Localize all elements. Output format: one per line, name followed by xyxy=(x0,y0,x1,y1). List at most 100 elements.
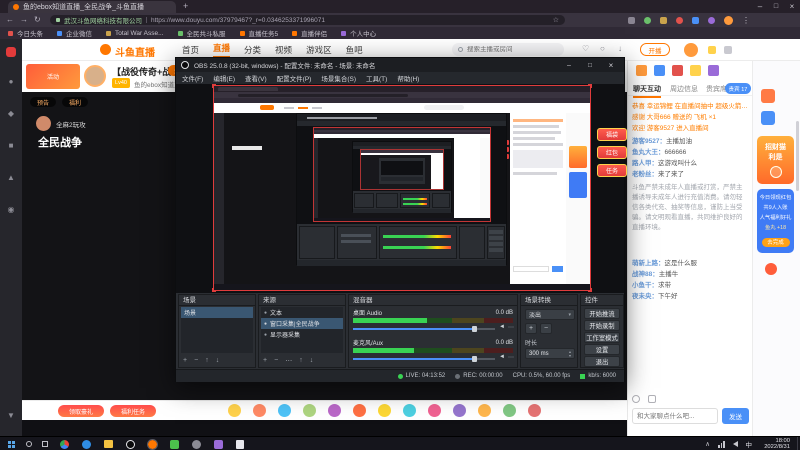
promo-mini-icon[interactable] xyxy=(761,89,775,103)
browser-tab[interactable]: 鱼的ebox知道直播_全民战争_斗鱼直播 xyxy=(8,1,176,13)
gift-icon[interactable] xyxy=(478,404,491,417)
emoji-icon[interactable] xyxy=(632,395,640,403)
vscode-icon[interactable] xyxy=(214,439,223,449)
bottom-button-task[interactable]: 福利任务 xyxy=(110,405,156,417)
activity-icon[interactable] xyxy=(654,65,665,76)
settings-icon[interactable]: ▼ xyxy=(0,409,22,421)
gift-icon[interactable] xyxy=(328,404,341,417)
float-badge-task[interactable]: 任务 xyxy=(597,164,627,177)
desktop-audio-slider[interactable] xyxy=(353,326,495,332)
activity-icon[interactable] xyxy=(690,65,701,76)
steam-icon[interactable] xyxy=(192,439,201,449)
extension-icon[interactable] xyxy=(644,17,651,24)
activity-icon[interactable] xyxy=(708,65,719,76)
gift-icon[interactable] xyxy=(428,404,441,417)
overlay-pill-welfare[interactable]: 福利 xyxy=(62,97,88,107)
source-item[interactable]: ● 显示器采集 xyxy=(261,329,343,340)
remove-scene-icon[interactable]: − xyxy=(194,357,198,364)
promo-card-zhaocai[interactable]: 招财猫 利是 xyxy=(757,136,794,184)
mic-aux-options-icon[interactable]: ⋯ xyxy=(508,354,514,361)
bookmark-item[interactable]: 直播伴侣 xyxy=(292,28,327,38)
tray-expand-icon[interactable]: ∧ xyxy=(705,440,710,448)
transition-select[interactable]: 淡出 ▾ xyxy=(525,309,575,320)
douyu-logo-text[interactable]: 斗鱼直播 xyxy=(115,44,155,59)
reload-icon[interactable]: ↻ xyxy=(34,16,41,24)
studio-mode-button[interactable]: 工作室模式 xyxy=(584,332,620,343)
tab-vip[interactable]: 贵宾席 xyxy=(706,84,727,94)
add-source-icon[interactable]: + xyxy=(263,357,267,364)
promo-card2-button[interactable]: 去完成 xyxy=(761,237,790,247)
download-icon[interactable]: ↓ xyxy=(618,45,622,53)
bookmark-item[interactable]: Total War Asse... xyxy=(106,30,164,37)
obs-taskbar-icon[interactable] xyxy=(126,439,135,449)
game-icon[interactable]: ■ xyxy=(0,139,22,151)
vip-count-pill[interactable]: 贵宾 17 xyxy=(725,83,751,94)
chat-user[interactable]: 鱼丸大王： xyxy=(632,149,665,156)
desktop-audio-options-icon[interactable]: ⋯ xyxy=(508,324,514,331)
bookmark-item[interactable]: 企业微信 xyxy=(57,28,92,38)
promo-scrollbar[interactable] xyxy=(796,121,799,191)
scenes-list[interactable]: 场景 xyxy=(181,307,253,353)
vip-icon[interactable] xyxy=(708,46,716,54)
tab-chat[interactable]: 聊天互动 xyxy=(633,84,661,98)
scene-down-icon[interactable]: ↓ xyxy=(216,357,220,364)
duration-spinbox[interactable]: 300 ms ▴ ▾ xyxy=(525,348,575,359)
source-item[interactable]: ● 文本 xyxy=(261,307,343,318)
nav-game-zone[interactable]: 游戏区 xyxy=(306,44,332,56)
extension-icon[interactable] xyxy=(676,17,683,24)
start-recording-button[interactable]: 开始录制 xyxy=(584,320,620,331)
tab-info[interactable]: 周边信息 xyxy=(670,84,698,94)
gift-icon[interactable] xyxy=(253,404,266,417)
volume-icon[interactable] xyxy=(732,441,738,447)
remove-source-icon[interactable]: − xyxy=(274,357,278,364)
chat-user[interactable]: 老粉丝： xyxy=(632,171,658,178)
obs-maximize-button[interactable]: □ xyxy=(582,58,598,72)
cloud-game-icon[interactable]: ▲ xyxy=(0,171,22,183)
gift-icon[interactable] xyxy=(228,404,241,417)
search-taskbar-icon[interactable] xyxy=(26,441,32,447)
profile-avatar[interactable] xyxy=(724,16,733,25)
mic-aux-mute-icon[interactable]: ◄ xyxy=(499,354,505,360)
spinner-icons[interactable]: ▴ ▾ xyxy=(569,349,571,358)
gift-icon[interactable] xyxy=(403,404,416,417)
nav-category[interactable]: 分类 xyxy=(244,44,261,56)
new-tab-button[interactable]: + xyxy=(183,2,188,11)
search-input[interactable] xyxy=(467,46,547,53)
obs-menu-tools[interactable]: 工具(T) xyxy=(366,73,387,83)
add-scene-icon[interactable]: + xyxy=(183,357,187,364)
gift-icon[interactable] xyxy=(503,404,516,417)
live-status-icon[interactable] xyxy=(6,47,16,57)
obs-menu-profile[interactable]: 配置文件(P) xyxy=(277,73,312,83)
network-icon[interactable] xyxy=(718,440,725,448)
extension-icon[interactable] xyxy=(628,17,635,24)
chat-user[interactable]: 小鱼干： xyxy=(632,282,658,289)
task-view-icon[interactable] xyxy=(42,441,48,447)
gift-icon[interactable] xyxy=(453,404,466,417)
chat-user[interactable]: 萌新上路： xyxy=(632,260,665,267)
bookmark-item[interactable]: 个人中心 xyxy=(341,28,376,38)
chat-user[interactable]: 路人甲： xyxy=(632,160,658,167)
overlay-pill-notice[interactable]: 预告 xyxy=(30,97,56,107)
float-badge-red-packet[interactable]: 红包 xyxy=(597,146,627,159)
source-properties-icon[interactable]: ⋯ xyxy=(285,357,292,365)
add-transition-button[interactable]: + xyxy=(525,323,537,334)
obs-menu-view[interactable]: 查看(V) xyxy=(245,73,267,83)
nav-home[interactable]: 首页 xyxy=(182,44,199,56)
source-item[interactable]: ● 窗口采集|全民战争 xyxy=(261,318,343,329)
gift-icon[interactable] xyxy=(528,404,541,417)
event-banner[interactable]: 活动 xyxy=(26,64,80,89)
user-avatar[interactable] xyxy=(684,43,698,57)
obs-preview[interactable] xyxy=(176,84,624,293)
minimize-button[interactable]: – xyxy=(752,0,768,13)
desktop-audio-mute-icon[interactable]: ◄ xyxy=(499,324,505,330)
heart-icon[interactable]: ♡ xyxy=(582,45,589,53)
bookmark-item[interactable]: 全民共斗私服 xyxy=(177,28,226,38)
live-list-icon[interactable]: ◉ xyxy=(0,203,22,215)
edge-icon[interactable] xyxy=(82,439,91,449)
chat-input[interactable] xyxy=(632,408,718,424)
bookmark-star-icon[interactable]: ☆ xyxy=(553,16,559,24)
bookmark-item[interactable]: 今日头条 xyxy=(8,28,43,38)
promo-card-redpacket[interactable]: 今日领现红包 共9人入账 人气福利好礼 鱼丸 +18 去完成 xyxy=(757,189,794,253)
chat-user[interactable]: 夜未央： xyxy=(632,293,658,300)
sources-list[interactable]: ● 文本 ● 窗口采集|全民战争 ● 显示器采集 xyxy=(261,307,343,353)
